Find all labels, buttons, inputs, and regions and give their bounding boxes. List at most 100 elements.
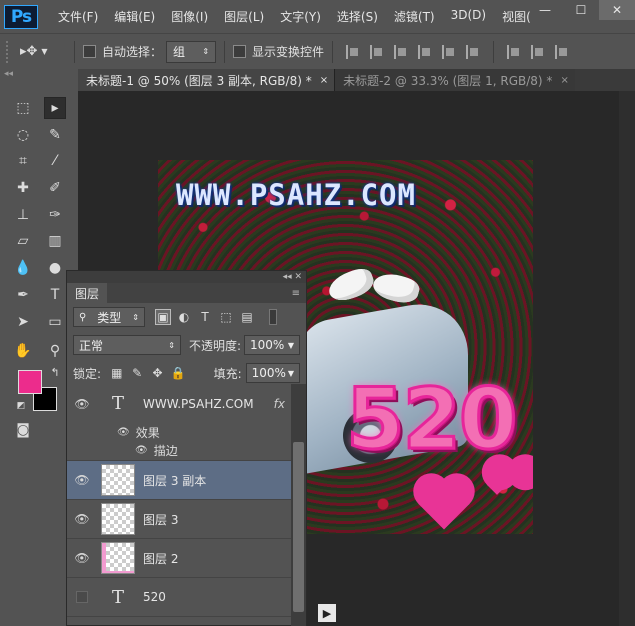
align-top-icon[interactable]	[346, 44, 360, 59]
visibility-eye-icon[interactable]: 👁	[67, 512, 97, 526]
blur-tool-icon[interactable]: 💧	[12, 257, 34, 279]
effects-eye-icon[interactable]: 👁	[117, 427, 130, 438]
layers-scrollbar-thumb[interactable]	[293, 442, 304, 612]
filter-toggle-icon[interactable]	[269, 309, 277, 325]
layer-name: WWW.PSAHZ.COM	[143, 396, 254, 411]
marquee-tool-icon[interactable]: ⬚	[12, 97, 34, 119]
distribute-bottom-icon[interactable]	[555, 44, 569, 59]
menu-layer[interactable]: 图层(L)	[216, 8, 272, 25]
swap-colors-icon[interactable]: ↰	[44, 361, 66, 383]
visibility-eye-icon[interactable]: 👁	[67, 551, 97, 565]
filter-pixel-icon[interactable]: ▣	[155, 309, 171, 325]
options-grip[interactable]	[6, 40, 12, 63]
lock-pixels-icon[interactable]: ✎	[129, 365, 144, 381]
blend-mode-dropdown[interactable]: 正常 ⇕	[73, 335, 181, 355]
rectangle-tool-icon[interactable]: ▭	[44, 311, 66, 333]
menu-image[interactable]: 图像(I)	[163, 8, 216, 25]
menu-file[interactable]: 文件(F)	[50, 8, 106, 25]
show-transform-checkbox[interactable]	[233, 45, 247, 58]
history-brush-tool-icon[interactable]: ✑	[44, 204, 66, 226]
menu-select[interactable]: 选择(S)	[329, 8, 386, 25]
maximize-button[interactable]: ☐	[563, 0, 599, 20]
close-tab-icon[interactable]: ×	[320, 75, 328, 86]
align-vcenter-icon[interactable]	[370, 44, 384, 59]
align-left-icon[interactable]	[418, 44, 432, 59]
stroke-effect-row[interactable]: 👁 描边	[67, 441, 293, 461]
layer-name: 520	[143, 590, 166, 604]
healing-brush-tool-icon[interactable]: ✚	[12, 177, 34, 199]
hand-tool-icon[interactable]: ✋	[12, 340, 34, 362]
zoom-tool-icon[interactable]: ⚲	[44, 340, 66, 362]
close-button[interactable]: ✕	[599, 0, 635, 20]
fx-icon[interactable]: fx	[274, 397, 285, 411]
align-right-icon[interactable]	[466, 44, 480, 59]
panel-top-controls[interactable]: ◂◂ ✕	[67, 271, 306, 283]
visibility-toggle-empty[interactable]	[67, 591, 97, 603]
visibility-eye-icon[interactable]: 👁	[67, 397, 97, 411]
lock-all-icon[interactable]: 🔒	[170, 365, 185, 381]
gradient-tool-icon[interactable]: ▥	[44, 230, 66, 252]
opacity-input[interactable]: 100% ▼	[244, 335, 300, 355]
eraser-tool-icon[interactable]: ▱	[12, 230, 34, 252]
panel-menu-icon[interactable]: ≡	[292, 288, 300, 299]
filter-shape-icon[interactable]: ⬚	[218, 309, 234, 325]
auto-select-dropdown[interactable]: 组 ⇕	[166, 40, 217, 63]
eyedropper-tool-icon[interactable]: ⁄	[44, 150, 66, 172]
auto-select-checkbox[interactable]	[83, 45, 96, 58]
lock-transparent-icon[interactable]: ▦	[109, 365, 124, 381]
menu-filter[interactable]: 滤镜(T)	[386, 8, 443, 25]
filter-type-icon[interactable]: T	[197, 309, 213, 325]
layer-filter-row: ⚲ 类型 ⇕ ▣ ◐ T ⬚ ▤	[67, 303, 306, 331]
lock-position-icon[interactable]: ✥	[150, 365, 165, 381]
filter-smart-object-icon[interactable]: ▤	[239, 309, 255, 325]
vertical-scrollbar[interactable]	[619, 91, 635, 626]
align-hcenter-icon[interactable]	[442, 44, 456, 59]
scroll-right-arrow-icon[interactable]: ▶	[318, 604, 336, 622]
default-colors-icon[interactable]: ◩	[10, 395, 32, 417]
brush-tool-icon[interactable]: ✐	[44, 177, 66, 199]
filter-adjustment-icon[interactable]: ◐	[176, 309, 192, 325]
menu-type[interactable]: 文字(Y)	[272, 8, 329, 25]
move-tool-icon[interactable]: ▸	[44, 97, 66, 119]
type-tool-icon[interactable]: T	[44, 284, 66, 306]
layers-scrollbar[interactable]	[291, 384, 306, 626]
tab-document-1[interactable]: 未标题-1 @ 50% (图层 3 副本, RGB/8) * ×	[78, 69, 335, 91]
tab-document-2[interactable]: 未标题-2 @ 33.3% (图层 1, RGB/8) * ×	[334, 69, 575, 91]
quick-mask-icon[interactable]: ◙	[12, 419, 34, 441]
updown-icon: ⇕	[168, 340, 175, 350]
dodge-tool-icon[interactable]: ●	[44, 257, 66, 279]
layer-row-520-text[interactable]: T 520	[67, 578, 293, 617]
quick-select-tool-icon[interactable]: ✎	[44, 124, 66, 146]
lasso-tool-icon[interactable]: ◌	[12, 124, 34, 146]
align-bottom-icon[interactable]	[394, 44, 408, 59]
layer-row-layer2[interactable]: 👁 图层 2	[67, 539, 293, 578]
menu-edit[interactable]: 编辑(E)	[106, 8, 163, 25]
filter-kind-dropdown[interactable]: ⚲ 类型 ⇕	[73, 307, 145, 327]
foreground-color-swatch[interactable]	[18, 370, 42, 394]
clone-stamp-tool-icon[interactable]: ⊥	[12, 204, 34, 226]
divider	[332, 40, 334, 63]
lock-fill-row: 锁定: ▦ ✎ ✥ 🔒 填充: 100% ▼	[67, 359, 306, 387]
auto-select-label: 自动选择：	[102, 45, 163, 59]
layer-row-url-text[interactable]: 👁 T WWW.PSAHZ.COM fx	[67, 384, 293, 423]
path-select-tool-icon[interactable]: ➤	[12, 311, 34, 333]
chevron-down-icon: ▼	[41, 47, 48, 56]
crop-tool-icon[interactable]: ⌗	[12, 150, 34, 172]
fill-input[interactable]: 100% ▼	[245, 363, 300, 383]
photoshop-logo: Ps	[4, 4, 38, 29]
pen-tool-icon[interactable]: ✒	[12, 284, 34, 306]
stroke-eye-icon[interactable]: 👁	[135, 445, 148, 456]
visibility-eye-icon[interactable]: 👁	[67, 473, 97, 487]
distribute-top-icon[interactable]	[507, 44, 521, 59]
distribute-vcenter-icon[interactable]	[531, 44, 545, 59]
layer-row-layer3[interactable]: 👁 图层 3	[67, 500, 293, 539]
tab-layers[interactable]: 图层	[67, 283, 108, 303]
menu-bar: Ps 文件(F) 编辑(E) 图像(I) 图层(L) 文字(Y) 选择(S) 滤…	[0, 0, 635, 33]
tool-preset-picker[interactable]: ▸✥ ▼	[20, 44, 66, 59]
menu-3d[interactable]: 3D(D)	[443, 8, 494, 25]
close-tab-icon[interactable]: ×	[560, 75, 568, 86]
toolbox-collapse[interactable]: ◂◂	[0, 69, 78, 79]
effects-row[interactable]: 👁 效果	[67, 423, 293, 441]
layer-row-layer3-copy[interactable]: 👁 图层 3 副本	[67, 461, 293, 500]
minimize-button[interactable]: —	[527, 0, 563, 20]
